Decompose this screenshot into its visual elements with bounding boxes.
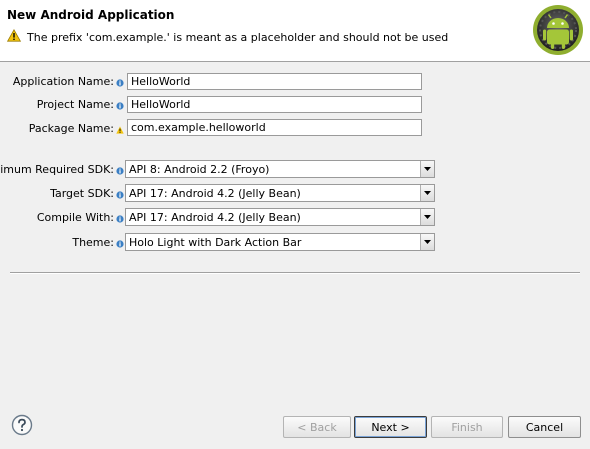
warning-small-icon (116, 124, 124, 134)
compile-with-label: Compile With: (36, 211, 114, 224)
min-sdk-label: Minimum Required SDK: (0, 163, 114, 176)
chevron-down-icon[interactable] (420, 234, 434, 250)
chevron-down-icon[interactable] (420, 185, 434, 201)
help-icon[interactable] (11, 414, 33, 436)
target-sdk-select[interactable]: API 17: Android 4.2 (Jelly Bean) (125, 184, 435, 202)
next-button[interactable]: Next > (354, 416, 427, 438)
warning-text: The prefix 'com.example.' is meant as a … (27, 30, 449, 44)
package-name-label: Package Name: (28, 122, 114, 135)
theme-select[interactable]: Holo Light with Dark Action Bar (125, 233, 435, 251)
project-name-input[interactable] (127, 96, 422, 113)
theme-label: Theme: (72, 236, 114, 249)
wizard-title: New Android Application (7, 8, 175, 22)
warning-icon (6, 28, 22, 45)
chevron-down-icon[interactable] (420, 209, 434, 225)
target-sdk-label: Target SDK: (50, 187, 114, 200)
info-icon (116, 77, 124, 87)
compile-with-select[interactable]: API 17: Android 4.2 (Jelly Bean) (125, 208, 435, 226)
info-icon (116, 238, 124, 248)
back-button[interactable]: < Back (283, 416, 351, 438)
info-icon (116, 213, 124, 223)
wizard-header: New Android Application The prefix 'com.… (0, 0, 590, 62)
application-name-label: Application Name: (12, 75, 114, 88)
warning-message: The prefix 'com.example.' is meant as a … (6, 28, 449, 45)
min-sdk-value: API 8: Android 2.2 (Froyo) (129, 163, 270, 176)
chevron-down-icon[interactable] (420, 161, 434, 177)
package-name-input[interactable] (127, 119, 422, 136)
target-sdk-value: API 17: Android 4.2 (Jelly Bean) (129, 187, 301, 200)
compile-with-value: API 17: Android 4.2 (Jelly Bean) (129, 211, 301, 224)
info-icon (116, 100, 124, 110)
finish-button[interactable]: Finish (431, 416, 503, 438)
android-logo-icon (532, 4, 584, 56)
theme-value: Holo Light with Dark Action Bar (129, 236, 302, 249)
info-icon (116, 165, 124, 175)
separator (10, 272, 580, 274)
project-name-label: Project Name: (36, 98, 114, 111)
application-name-input[interactable] (127, 73, 422, 90)
info-icon (116, 189, 124, 199)
cancel-button[interactable]: Cancel (508, 416, 581, 438)
min-sdk-select[interactable]: API 8: Android 2.2 (Froyo) (125, 160, 435, 178)
